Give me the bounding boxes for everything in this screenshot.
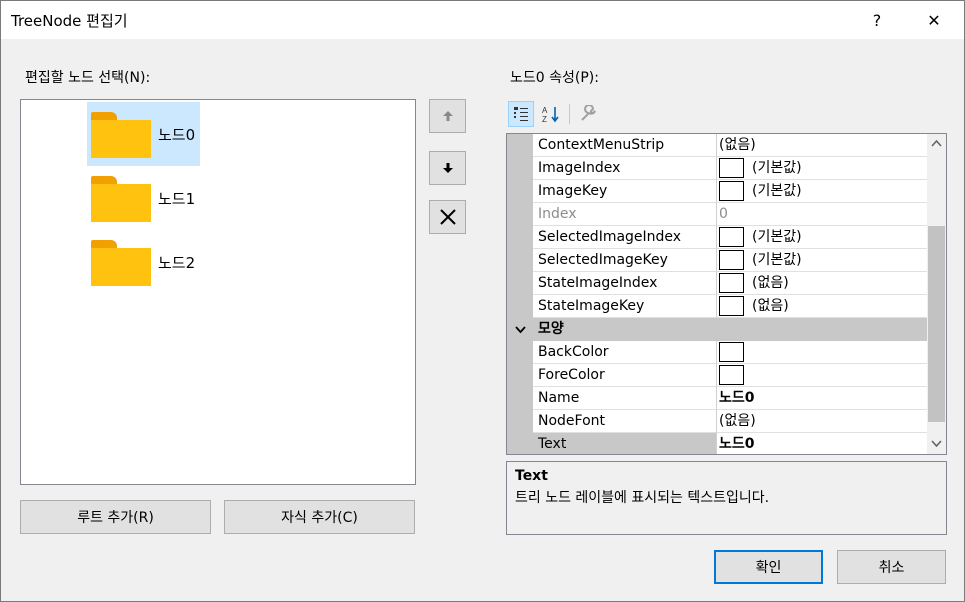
- property-row[interactable]: Text 노드0: [507, 433, 927, 454]
- vertical-scrollbar[interactable]: [927, 134, 946, 454]
- image-swatch: [719, 250, 744, 270]
- property-name: SelectedImageKey: [533, 249, 717, 272]
- property-grid[interactable]: ContextMenuStrip (없음) ImageIndex (기본값) I…: [506, 133, 947, 455]
- category-label: 모양: [538, 321, 564, 337]
- svg-text:A: A: [542, 106, 548, 115]
- category-header[interactable]: 모양: [507, 318, 927, 341]
- property-name: Name: [533, 387, 717, 410]
- property-name: Text: [533, 433, 717, 454]
- property-value[interactable]: (기본값): [717, 180, 927, 203]
- property-row[interactable]: Name 노드0: [507, 387, 927, 410]
- tree-node-label: 노드0: [158, 126, 196, 144]
- property-row[interactable]: StateImageIndex (없음): [507, 272, 927, 295]
- property-value[interactable]: (없음): [717, 272, 927, 295]
- property-value[interactable]: (없음): [717, 295, 927, 318]
- description-panel: Text 트리 노드 레이블에 표시되는 텍스트입니다.: [506, 461, 947, 535]
- image-swatch: [719, 296, 744, 316]
- property-row[interactable]: ForeColor: [507, 364, 927, 387]
- property-value[interactable]: [717, 364, 927, 387]
- move-down-button[interactable]: [429, 151, 466, 185]
- move-up-button[interactable]: [429, 99, 466, 133]
- close-button[interactable]: ✕: [911, 1, 957, 39]
- help-button[interactable]: ?: [854, 1, 900, 39]
- tree-node-label: 노드2: [158, 254, 196, 272]
- alphabetical-icon: A Z: [542, 106, 559, 123]
- tree-node[interactable]: 노드0: [87, 102, 200, 166]
- property-row[interactable]: SelectedImageKey (기본값): [507, 249, 927, 272]
- arrow-up-icon: [442, 111, 453, 121]
- property-name: StateImageIndex: [533, 272, 717, 295]
- property-value[interactable]: [717, 341, 927, 364]
- image-swatch: [719, 158, 744, 178]
- property-name: ImageIndex: [533, 157, 717, 180]
- dialog-window: TreeNode 편집기 ? ✕ 편집할 노드 선택(N): 노드0 노드1 노…: [0, 0, 965, 602]
- property-pages-button[interactable]: [575, 101, 601, 127]
- property-row[interactable]: ImageIndex (기본값): [507, 157, 927, 180]
- tree-node[interactable]: 노드1: [87, 166, 200, 230]
- color-swatch: [719, 365, 744, 385]
- tree-node[interactable]: 노드2: [87, 230, 200, 294]
- scroll-down-icon[interactable]: [931, 440, 942, 448]
- tree-label: 편집할 노드 선택(N):: [25, 70, 151, 86]
- ok-button[interactable]: 확인: [714, 550, 823, 584]
- title-bar: TreeNode 편집기 ? ✕: [1, 1, 964, 39]
- categorized-button[interactable]: [508, 101, 534, 127]
- property-name: Index: [533, 203, 717, 226]
- svg-text:Z: Z: [542, 115, 547, 123]
- property-name: ContextMenuStrip: [533, 134, 717, 157]
- image-swatch: [719, 181, 744, 201]
- image-swatch: [719, 273, 744, 293]
- property-row[interactable]: BackColor: [507, 341, 927, 364]
- add-root-button[interactable]: 루트 추가(R): [20, 500, 211, 534]
- tree-node-label: 노드1: [158, 190, 196, 208]
- tree-view[interactable]: 노드0 노드1 노드2: [20, 99, 416, 485]
- property-value[interactable]: 노드0: [717, 433, 927, 454]
- wrench-icon: [581, 105, 596, 121]
- image-swatch: [719, 227, 744, 247]
- alphabetical-button[interactable]: A Z: [538, 101, 564, 127]
- delete-button[interactable]: [429, 200, 466, 234]
- chevron-down-icon[interactable]: [515, 326, 526, 334]
- property-name: ImageKey: [533, 180, 717, 203]
- scroll-up-icon[interactable]: [931, 139, 942, 147]
- toolbar-separator: [569, 104, 570, 124]
- categorized-icon: [514, 107, 528, 121]
- property-name: StateImageKey: [533, 295, 717, 318]
- property-row[interactable]: ContextMenuStrip (없음): [507, 134, 927, 157]
- property-value: 0: [717, 203, 927, 226]
- property-row[interactable]: StateImageKey (없음): [507, 295, 927, 318]
- property-row[interactable]: SelectedImageIndex (기본값): [507, 226, 927, 249]
- property-name: BackColor: [533, 341, 717, 364]
- cancel-button[interactable]: 취소: [837, 550, 946, 584]
- color-swatch: [719, 342, 744, 362]
- property-row[interactable]: ImageKey (기본값): [507, 180, 927, 203]
- description-text: 트리 노드 레이블에 표시되는 텍스트입니다.: [515, 490, 770, 506]
- window-title: TreeNode 편집기: [11, 12, 128, 30]
- delete-x-icon: [439, 209, 456, 225]
- property-name: SelectedImageIndex: [533, 226, 717, 249]
- property-value[interactable]: 노드0: [717, 387, 927, 410]
- properties-label: 노드0 속성(P):: [510, 70, 599, 86]
- property-value[interactable]: (없음): [717, 134, 927, 157]
- property-row[interactable]: Index 0: [507, 203, 927, 226]
- property-value[interactable]: (기본값): [717, 249, 927, 272]
- arrow-down-icon: [442, 163, 453, 173]
- property-row[interactable]: NodeFont (없음): [507, 410, 927, 433]
- add-child-button[interactable]: 자식 추가(C): [224, 500, 415, 534]
- scrollbar-thumb[interactable]: [928, 226, 945, 422]
- property-value[interactable]: (없음): [717, 410, 927, 433]
- property-name: ForeColor: [533, 364, 717, 387]
- description-title: Text: [515, 468, 548, 484]
- property-name: NodeFont: [533, 410, 717, 433]
- property-value[interactable]: (기본값): [717, 226, 927, 249]
- property-value[interactable]: (기본값): [717, 157, 927, 180]
